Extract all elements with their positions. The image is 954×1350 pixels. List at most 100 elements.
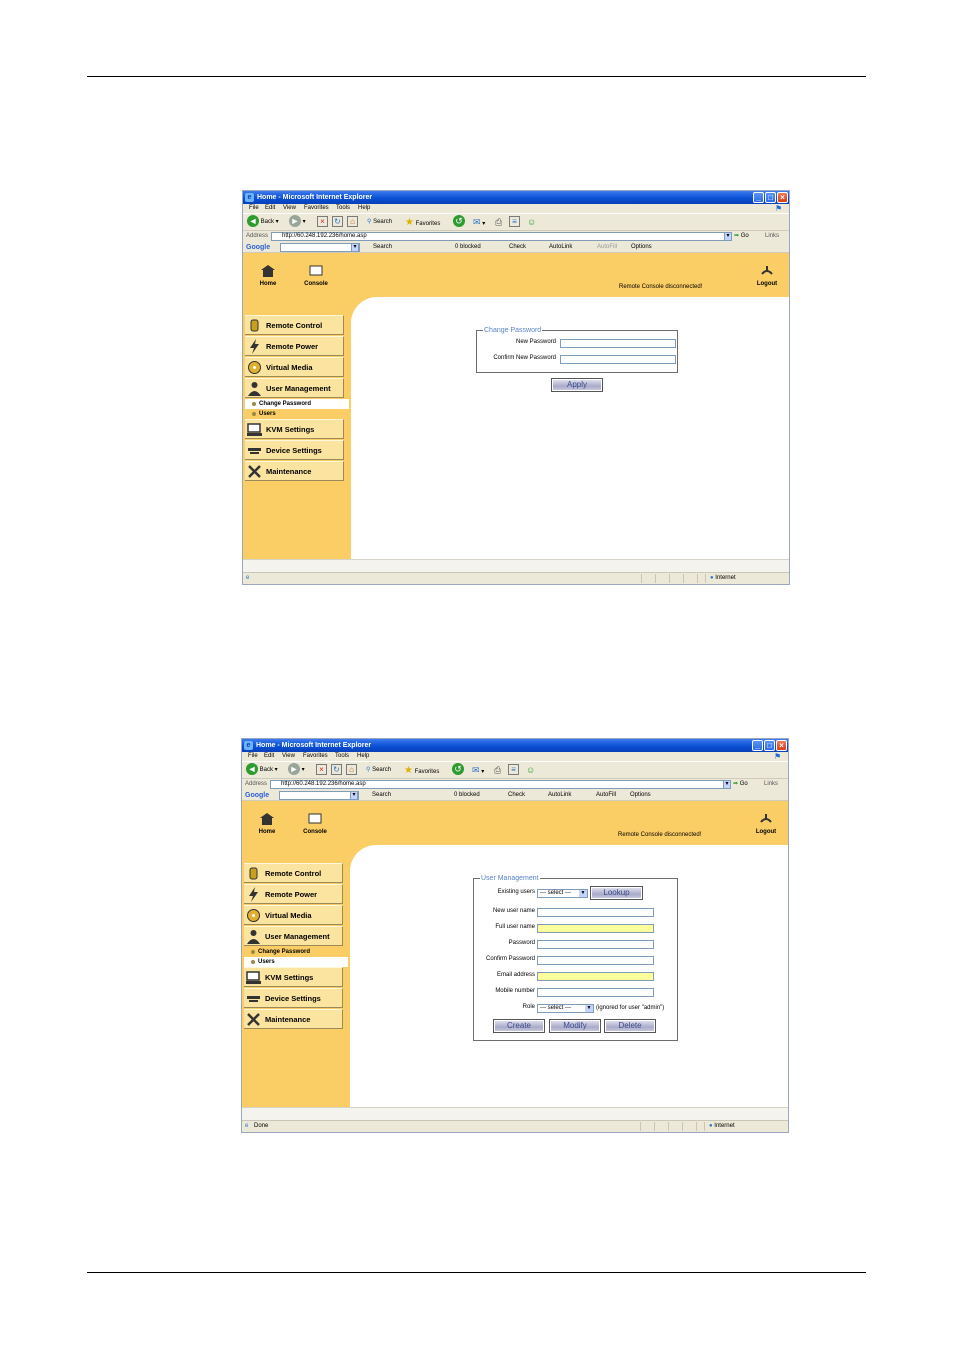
maximize-button[interactable]: □	[764, 740, 775, 751]
forward-button[interactable]: ► ▾	[288, 762, 305, 779]
mobile-number-input[interactable]	[537, 988, 654, 997]
autolink-button[interactable]: AutoLink	[548, 790, 571, 801]
links-button[interactable]: Links	[764, 779, 778, 790]
menu-view[interactable]: View	[283, 204, 296, 213]
google-search-input[interactable]	[279, 791, 359, 800]
history-button[interactable]: ↺	[452, 762, 464, 779]
modify-button[interactable]: Modify	[549, 1019, 601, 1033]
menu-favorites[interactable]: Favorites	[304, 204, 329, 213]
horizontal-scrollbar[interactable]	[242, 1107, 788, 1120]
popup-blocked-count[interactable]: 0 blocked	[455, 242, 481, 253]
console-nav-button[interactable]: Console	[295, 813, 335, 835]
home-nav-button[interactable]: Home	[247, 813, 287, 835]
role-select[interactable]: --- select --- ▼	[537, 1004, 594, 1013]
history-button[interactable]: ↺	[453, 214, 465, 231]
mail-button[interactable]: ✉ ▾	[472, 762, 484, 779]
home-nav-button[interactable]: Home	[248, 265, 288, 287]
address-dropdown[interactable]: ▾	[723, 780, 731, 789]
go-button[interactable]: ➡ Go	[733, 779, 748, 790]
maximize-button[interactable]: □	[765, 192, 776, 203]
stop-button[interactable]: ×	[317, 214, 328, 231]
messenger-button[interactable]: ☺	[526, 762, 535, 779]
password-input[interactable]	[537, 940, 654, 949]
new-user-name-input[interactable]	[537, 908, 654, 917]
close-button[interactable]: ×	[776, 740, 787, 751]
sub-item-change-password[interactable]: Change Password	[245, 399, 349, 409]
google-search-input[interactable]	[280, 243, 360, 252]
sidebar-item-remote-control[interactable]: Remote Control	[245, 315, 344, 335]
sidebar-item-maintenance[interactable]: Maintenance	[245, 461, 344, 481]
console-nav-button[interactable]: Console	[296, 265, 336, 287]
logout-nav-button[interactable]: Logout	[746, 813, 786, 835]
menu-view[interactable]: View	[282, 752, 295, 761]
google-search-dropdown[interactable]: ▾	[351, 243, 359, 252]
email-address-input[interactable]	[537, 972, 654, 981]
sidebar-item-virtual-media[interactable]: Virtual Media	[244, 905, 343, 925]
options-button[interactable]: Options	[631, 242, 652, 253]
existing-users-select[interactable]: --- select --- ▼	[537, 889, 588, 898]
menu-edit[interactable]: Edit	[265, 204, 275, 213]
sub-item-users[interactable]: Users	[245, 409, 349, 419]
menu-file[interactable]: File	[248, 752, 258, 761]
delete-button[interactable]: Delete	[604, 1019, 656, 1033]
messenger-button[interactable]: ☺	[527, 214, 536, 231]
autofill-button[interactable]: AutoFill	[596, 790, 616, 801]
forward-button[interactable]: ► ▾	[289, 214, 306, 231]
favorites-button[interactable]: ★ Favorites	[404, 762, 439, 779]
check-button[interactable]: Check	[508, 790, 525, 801]
links-button[interactable]: Links	[765, 231, 779, 242]
menu-file[interactable]: File	[249, 204, 259, 213]
menu-help[interactable]: Help	[357, 752, 369, 761]
sub-item-change-password[interactable]: Change Password	[244, 947, 348, 957]
back-button[interactable]: ◄ Back ▾	[246, 762, 278, 779]
sidebar-item-kvm-settings[interactable]: KVM Settings	[245, 419, 344, 439]
address-input[interactable]: http://60.248.192.236/home.asp	[271, 232, 731, 241]
options-button[interactable]: Options	[630, 790, 651, 801]
sidebar-item-kvm-settings[interactable]: KVM Settings	[244, 967, 343, 987]
google-search-button[interactable]: Search	[372, 790, 391, 801]
search-button[interactable]: ⚲ Search	[367, 214, 392, 231]
sidebar-item-remote-power[interactable]: Remote Power	[245, 336, 344, 356]
search-button[interactable]: ⚲ Search	[366, 762, 391, 779]
sidebar-item-remote-control[interactable]: Remote Control	[244, 863, 343, 883]
new-password-input[interactable]	[560, 339, 676, 348]
back-button[interactable]: ◄ Back ▾	[247, 214, 279, 231]
sidebar-item-device-settings[interactable]: Device Settings	[245, 440, 344, 460]
confirm-new-password-input[interactable]	[560, 355, 676, 364]
full-user-name-input[interactable]	[537, 924, 654, 933]
popup-blocked-count[interactable]: 0 blocked	[454, 790, 480, 801]
horizontal-scrollbar[interactable]	[243, 559, 789, 572]
sidebar-item-device-settings[interactable]: Device Settings	[244, 988, 343, 1008]
address-dropdown[interactable]: ▾	[724, 232, 732, 241]
logout-nav-button[interactable]: Logout	[747, 265, 787, 287]
sidebar-item-virtual-media[interactable]: Virtual Media	[245, 357, 344, 377]
refresh-button[interactable]: ↻	[332, 214, 343, 231]
menu-edit[interactable]: Edit	[264, 752, 274, 761]
menu-tools[interactable]: Tools	[335, 752, 349, 761]
sidebar-item-maintenance[interactable]: Maintenance	[244, 1009, 343, 1029]
sub-item-users[interactable]: Users	[244, 957, 348, 967]
apply-button[interactable]: Apply	[551, 378, 603, 392]
minimize-button[interactable]: _	[753, 192, 764, 203]
go-button[interactable]: ➡ Go	[734, 231, 749, 242]
menu-tools[interactable]: Tools	[336, 204, 350, 213]
menu-help[interactable]: Help	[358, 204, 370, 213]
print-button[interactable]: ⎙	[494, 762, 501, 779]
create-button[interactable]: Create	[493, 1019, 545, 1033]
minimize-button[interactable]: _	[752, 740, 763, 751]
stop-button[interactable]: ×	[316, 762, 327, 779]
sidebar-item-remote-power[interactable]: Remote Power	[244, 884, 343, 904]
google-search-button[interactable]: Search	[373, 242, 392, 253]
print-button[interactable]: ⎙	[495, 214, 502, 231]
confirm-password-input[interactable]	[537, 956, 654, 965]
favorites-button[interactable]: ★ Favorites	[405, 214, 440, 231]
menu-favorites[interactable]: Favorites	[303, 752, 328, 761]
autofill-button[interactable]: AutoFill	[597, 242, 617, 253]
edit-button[interactable]: ≡	[508, 762, 519, 779]
sidebar-item-user-management[interactable]: User Management	[244, 926, 343, 946]
home-toolbar-button[interactable]: ⌂	[346, 762, 357, 779]
check-button[interactable]: Check	[509, 242, 526, 253]
mail-button[interactable]: ✉ ▾	[473, 214, 485, 231]
home-toolbar-button[interactable]: ⌂	[347, 214, 358, 231]
google-search-dropdown[interactable]: ▾	[350, 791, 358, 800]
